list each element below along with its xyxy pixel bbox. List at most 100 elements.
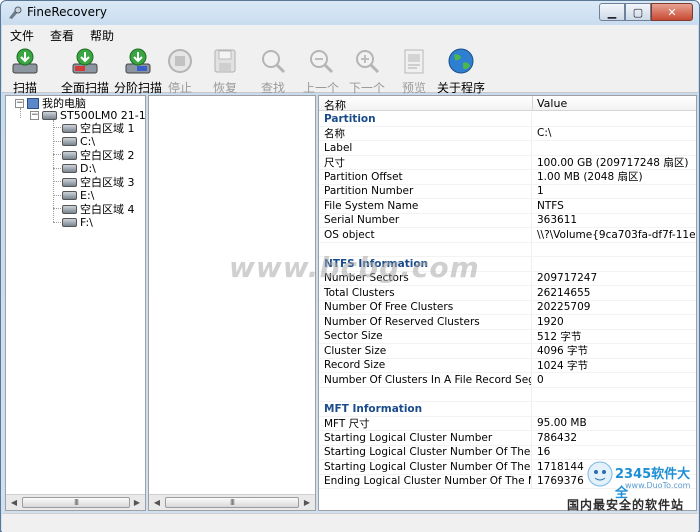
property-section[interactable]: Partition [319,112,696,127]
property-key: Number Of Reserved Clusters [319,315,532,329]
property-section[interactable]: MFT Information [319,402,696,417]
menu-help[interactable]: 帮助 [82,27,122,44]
tree-item-free-space-1[interactable]: 空白区域 1 [62,121,135,135]
property-value: 1.00 MB (2048 扇区) [537,171,643,184]
property-row[interactable]: Cluster Size 4096 字节 [319,344,696,359]
property-value: 209717247 [537,272,598,285]
property-value: 95.00 MB [537,417,587,430]
property-row[interactable]: Starting Logical Cluster Number 786432 [319,431,696,446]
scan-button[interactable]: 扫描 [8,47,42,95]
tree-item-free-space-2[interactable]: 空白区域 2 [62,148,135,162]
property-row[interactable]: MFT 尺寸 95.00 MB [319,416,696,431]
scroll-left-icon[interactable]: ◀ [8,497,20,508]
column-header-name[interactable]: 名称 [324,97,346,113]
property-row[interactable]: Total Clusters 26214655 [319,286,696,301]
window-controls: ▁ ▢ ✕ [599,3,693,21]
partition-icon [62,217,77,227]
find-prev-icon [310,50,334,74]
scroll-right-icon[interactable]: ▶ [131,497,143,508]
app-logo-icon [9,6,22,19]
about-button[interactable]: 关于程序 [432,47,490,95]
property-row[interactable]: Serial Number 363611 [319,213,696,228]
minimize-button[interactable]: ▁ [599,3,625,21]
property-key: Cluster Size [319,344,532,358]
property-key: Serial Number [319,213,532,227]
maximize-button[interactable]: ▢ [625,3,651,21]
stop-button[interactable]: 停止 [162,47,198,95]
find-prev-button[interactable]: 上一个 [299,47,343,95]
recover-label: 恢复 [212,81,237,95]
property-row[interactable]: Partition Offset 1.00 MB (2048 扇区) [319,170,696,185]
scroll-thumb[interactable]: III [22,497,130,508]
recover-button[interactable]: 恢复 [207,47,243,95]
tree-item-drive-c[interactable]: C:\ [62,134,95,148]
property-value: 4096 字节 [537,345,589,358]
property-row[interactable]: Partition Number 1 [319,184,696,199]
property-key: Number Of Free Clusters [319,300,532,314]
property-row[interactable]: Number Of Clusters In A File Record Segm… [319,373,696,388]
properties-list: Partition 名称 C:\ Label 尺寸 100.00 GB (20971724… [319,112,696,489]
property-row[interactable]: File System Name NTFS [319,199,696,214]
watermark-url: www.DuoTo.com [625,481,691,490]
property-value: \\?\Volume{9ca703fa-df7f-11e5-a07f- [537,228,696,241]
property-key: Record Size [319,358,532,372]
stop-icon [168,49,192,73]
property-row[interactable]: Number Of Reserved Clusters 1920 [319,315,696,330]
properties-pane[interactable]: 名称 Value Partition 名称 C:\ Label 尺寸 100.00 GB … [318,95,697,511]
tree-item-drive-d[interactable]: D:\ [62,161,96,175]
property-key: Partition Offset [319,170,532,184]
property-key: Total Clusters [319,286,532,300]
tree-item-drive-e[interactable]: E:\ [62,188,94,202]
property-row[interactable] [319,387,696,402]
find-prev-label: 上一个 [302,81,339,95]
preview-icon [404,49,424,74]
find-label: 查找 [260,81,285,95]
file-list-horizontal-scrollbar[interactable]: ◀ III ▶ [149,494,315,510]
property-row[interactable]: 尺寸 100.00 GB (209717248 扇区) [319,155,696,170]
property-key: Partition [319,112,532,126]
property-row[interactable]: OS object \\?\Volume{9ca703fa-df7f-11e5-a… [319,228,696,243]
property-row[interactable]: Label [319,141,696,156]
property-row[interactable]: 名称 C:\ [319,126,696,141]
collapse-toggle[interactable]: − [30,110,39,120]
close-button[interactable]: ✕ [651,3,693,21]
stage-scan-icon [125,48,151,74]
preview-button[interactable]: 预览 [397,47,431,95]
computer-icon [27,97,39,109]
tree-item-drive-f[interactable]: F:\ [62,215,93,229]
title-bar: FineRecovery ▁ ▢ ✕ [1,1,699,25]
property-key: File System Name [319,199,532,213]
property-value: 26214655 [537,286,591,299]
property-key: Label [319,141,532,155]
tree-item-free-space-3[interactable]: 空白区域 3 [62,175,135,189]
preview-label: 预览 [401,81,426,95]
property-key: Ending Logical Cluster Number Of The MFT… [319,474,532,488]
property-row[interactable]: Sector Size 512 字节 [319,329,696,344]
tree-horizontal-scrollbar[interactable]: ◀ III ▶ [6,494,145,510]
find-icon [262,50,286,74]
full-scan-button[interactable]: 全面扫描 [56,47,114,95]
menu-view[interactable]: 查看 [42,27,82,44]
menu-file[interactable]: 文件 [2,27,42,44]
scan-icon [12,48,38,74]
property-key: MFT 尺寸 [319,416,532,430]
about-label: 关于程序 [436,81,485,95]
column-header-value[interactable]: Value [537,97,567,110]
property-key: Sector Size [319,329,532,343]
property-key: Starting Logical Cluster Number [319,431,532,445]
property-row[interactable]: Number Of Free Clusters 20225709 [319,300,696,315]
scroll-right-icon[interactable]: ▶ [301,497,313,508]
property-row[interactable]: Record Size 1024 字节 [319,358,696,373]
scan-label: 扫描 [12,81,37,95]
stage-scan-button[interactable]: 分阶扫描 [114,47,162,95]
collapse-toggle[interactable]: − [15,98,24,108]
device-tree[interactable]: − 我的电脑 − ST500LM0 21-1KJ1 空白区域 1 C:\ 空白区… [5,95,146,511]
file-list-pane[interactable]: ◀ III ▶ [148,95,316,511]
app-window: FineRecovery ▁ ▢ ✕ 文件 查看 帮助 扫描 全面扫描 分阶扫描… [0,0,700,532]
find-button[interactable]: 查找 [256,47,290,95]
tree-item-free-space-4[interactable]: 空白区域 4 [62,202,135,216]
find-next-button[interactable]: 下一个 [345,47,389,95]
scroll-thumb[interactable]: III [165,497,299,508]
property-key: Partition Number [319,184,532,198]
scroll-left-icon[interactable]: ◀ [151,497,163,508]
